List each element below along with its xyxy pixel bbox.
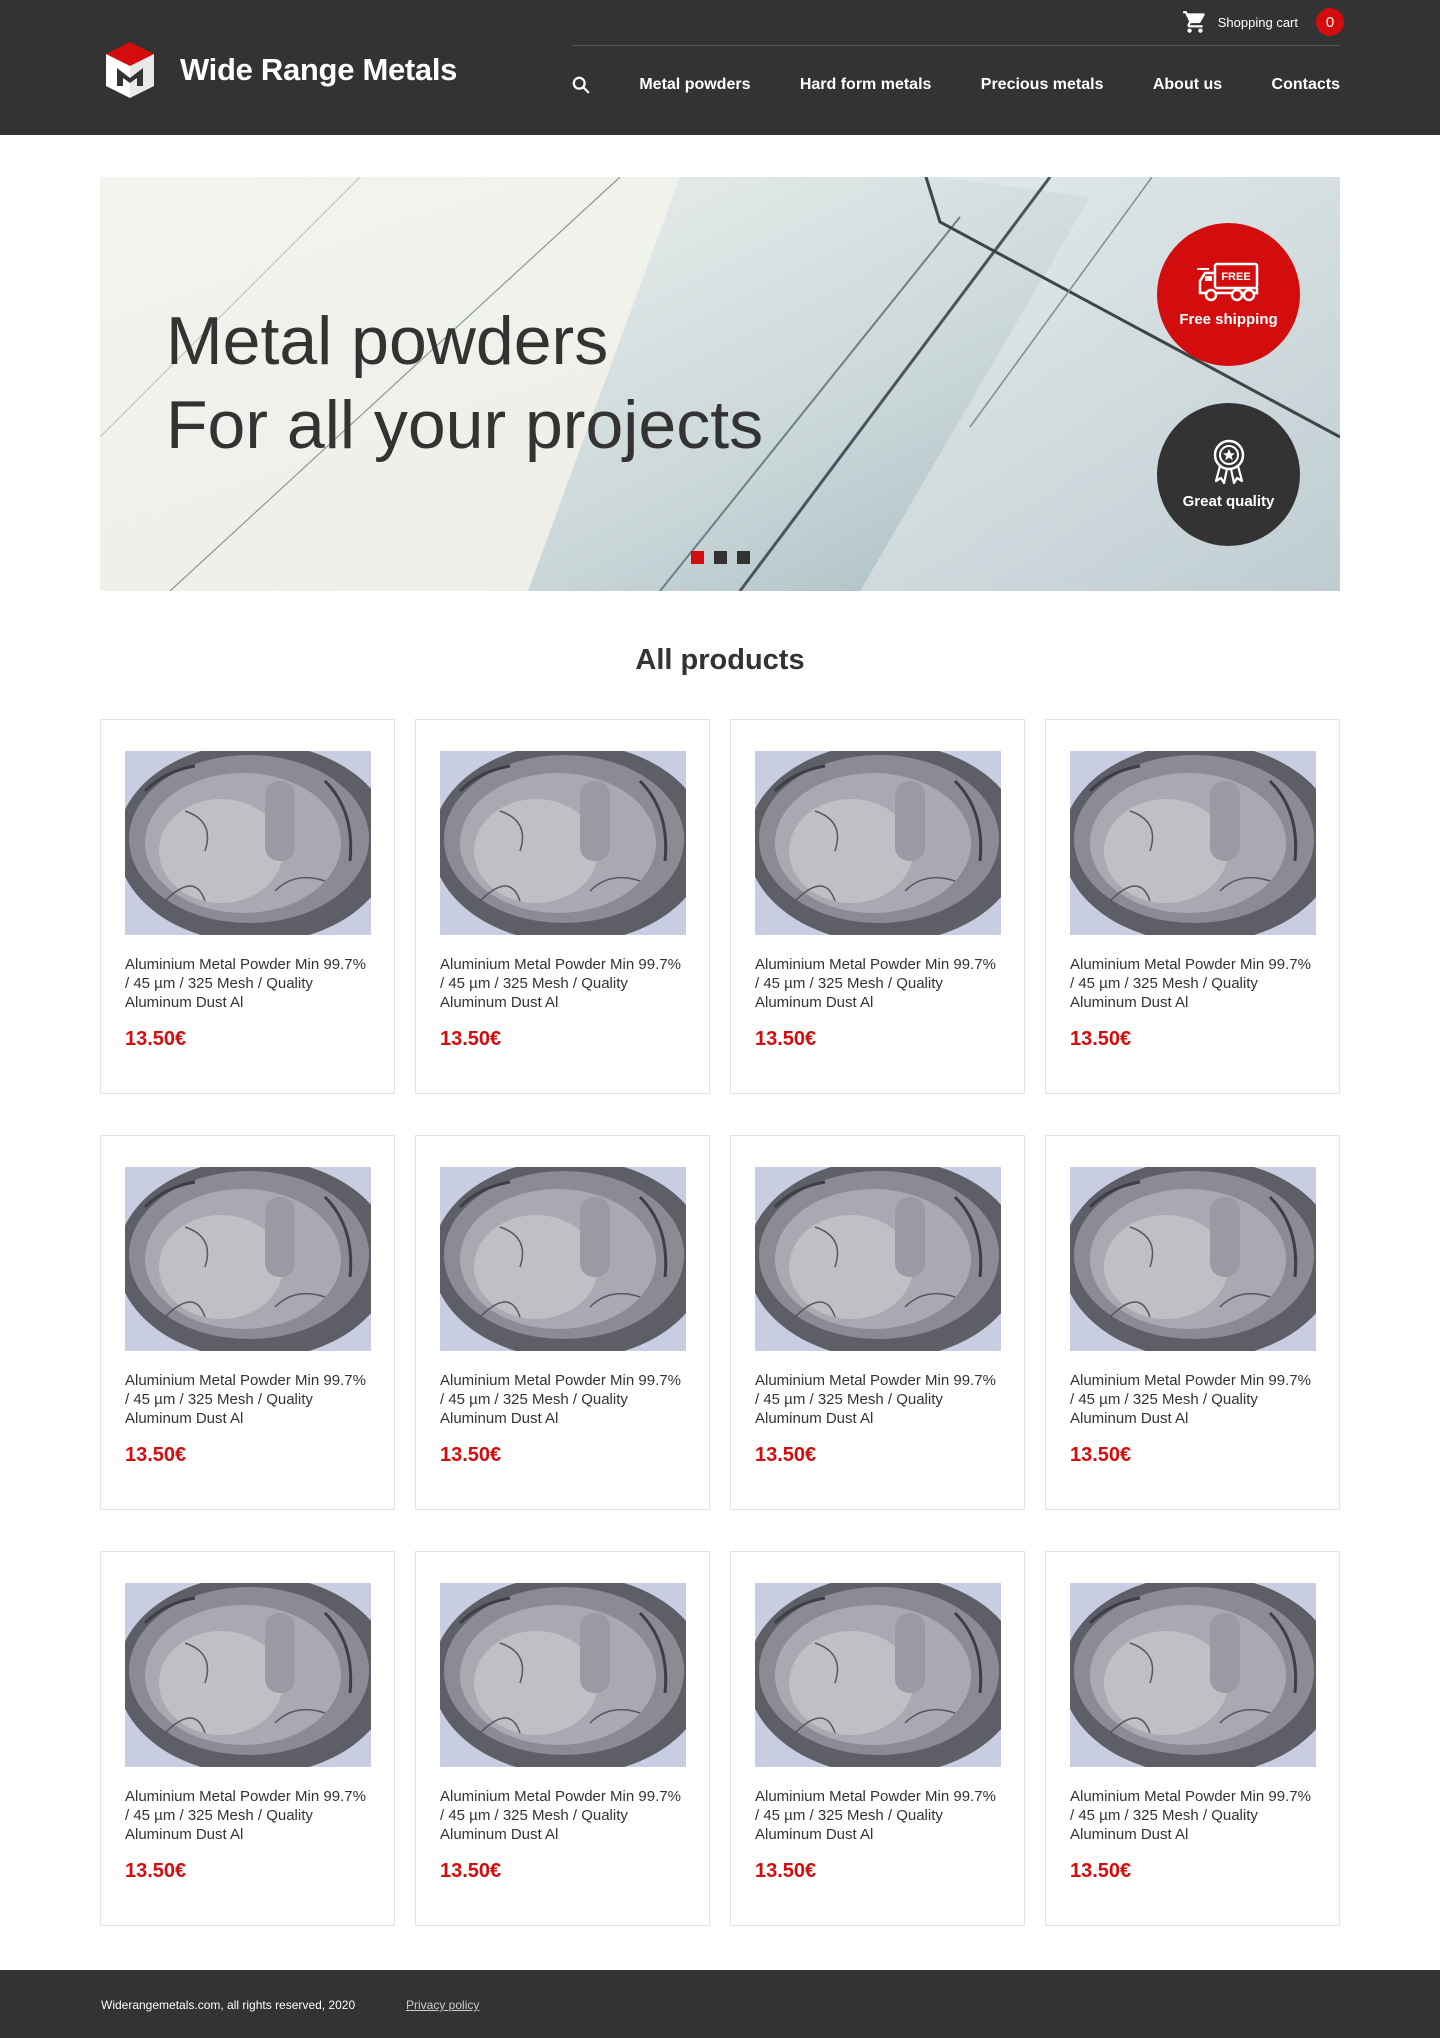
product-price: 13.50€ — [440, 1028, 502, 1050]
product-name: Aluminium Metal Powder Min 99.7% / 45 µm… — [125, 956, 366, 1011]
nav-item-precious-metals[interactable]: Precious metals — [981, 76, 1104, 94]
product-price: 13.50€ — [125, 1444, 187, 1466]
product-name: Aluminium Metal Powder Min 99.7% / 45 µm… — [755, 956, 996, 1011]
brand-name: Wide Range Metals — [180, 52, 458, 87]
free-shipping-label: Free shipping — [1179, 311, 1278, 328]
site-header: Wide Range Metals Shopping cart 0 Metal … — [0, 0, 1440, 135]
product-card[interactable]: Aluminium Metal Powder Min 99.7% / 45 µm… — [730, 1135, 1025, 1510]
product-name: Aluminium Metal Powder Min 99.7% / 45 µm… — [1070, 956, 1311, 1011]
product-card[interactable]: Aluminium Metal Powder Min 99.7% / 45 µm… — [415, 1135, 710, 1510]
hero-title-line-2: For all your projects — [166, 387, 764, 463]
product-image — [755, 751, 1001, 935]
nav-item-contacts[interactable]: Contacts — [1272, 76, 1340, 94]
product-card[interactable]: Aluminium Metal Powder Min 99.7% / 45 µm… — [415, 1551, 710, 1926]
product-image — [1070, 1167, 1316, 1351]
great-quality-label: Great quality — [1182, 493, 1275, 510]
product-image — [1070, 1583, 1316, 1767]
shopping-cart-icon — [1182, 11, 1205, 33]
product-image — [440, 751, 686, 935]
product-price: 13.50€ — [440, 1444, 502, 1466]
copyright-text: Widerangemetals.com, all rights reserved… — [101, 1998, 356, 2012]
cart-label: Shopping cart — [1217, 14, 1298, 30]
product-card[interactable]: Aluminium Metal Powder Min 99.7% / 45 µm… — [1045, 1551, 1340, 1926]
product-card[interactable]: Aluminium Metal Powder Min 99.7% / 45 µm… — [100, 1135, 395, 1510]
product-name: Aluminium Metal Powder Min 99.7% / 45 µm… — [440, 956, 681, 1011]
product-card[interactable]: Aluminium Metal Powder Min 99.7% / 45 µm… — [1045, 1135, 1340, 1510]
hero-title-line-1: Metal powders — [166, 303, 609, 379]
product-price: 13.50€ — [1070, 1860, 1132, 1882]
product-price: 13.50€ — [440, 1860, 502, 1882]
product-price: 13.50€ — [125, 1860, 187, 1882]
nav-item-metal-powders[interactable]: Metal powders — [639, 76, 750, 94]
product-card[interactable]: Aluminium Metal Powder Min 99.7% / 45 µm… — [730, 1551, 1025, 1926]
product-price: 13.50€ — [1070, 1028, 1132, 1050]
slider-dot-3[interactable] — [737, 551, 750, 564]
product-image — [440, 1167, 686, 1351]
product-price: 13.50€ — [755, 1028, 817, 1050]
nav-divider — [572, 45, 1340, 46]
privacy-policy-link[interactable]: Privacy policy — [406, 1998, 479, 2012]
truck-free-label: FREE — [1221, 271, 1250, 283]
product-price: 13.50€ — [125, 1028, 187, 1050]
product-card[interactable]: Aluminium Metal Powder Min 99.7% / 45 µm… — [730, 719, 1025, 1094]
section-title: All products — [635, 644, 805, 676]
product-card[interactable]: Aluminium Metal Powder Min 99.7% / 45 µm… — [100, 1551, 395, 1926]
product-name: Aluminium Metal Powder Min 99.7% / 45 µm… — [755, 1372, 996, 1427]
product-image — [440, 1583, 686, 1767]
product-name: Aluminium Metal Powder Min 99.7% / 45 µm… — [1070, 1788, 1311, 1843]
search-icon[interactable] — [572, 76, 590, 94]
product-image — [125, 751, 371, 935]
site-logo-link[interactable]: Wide Range Metals — [104, 40, 457, 100]
product-image — [125, 1167, 371, 1351]
product-name: Aluminium Metal Powder Min 99.7% / 45 µm… — [125, 1788, 366, 1843]
product-card[interactable]: Aluminium Metal Powder Min 99.7% / 45 µm… — [1045, 719, 1340, 1094]
product-image — [755, 1167, 1001, 1351]
site-footer: Widerangemetals.com, all rights reserved… — [0, 1970, 1440, 2038]
delivery-truck-icon: FREE — [1196, 262, 1258, 302]
great-quality-badge: Great quality — [1157, 403, 1300, 546]
product-image — [755, 1583, 1001, 1767]
product-name: Aluminium Metal Powder Min 99.7% / 45 µm… — [755, 1788, 996, 1843]
cube-m-logo-icon — [106, 42, 154, 98]
hero-title: Metal powders For all your projects — [166, 299, 763, 467]
product-name: Aluminium Metal Powder Min 99.7% / 45 µm… — [440, 1788, 681, 1843]
nav-item-about-us[interactable]: About us — [1153, 76, 1222, 94]
cart-count-badge: 0 — [1316, 8, 1344, 36]
product-card[interactable]: Aluminium Metal Powder Min 99.7% / 45 µm… — [415, 719, 710, 1094]
product-price: 13.50€ — [755, 1860, 817, 1882]
main-nav: Metal powders Hard form metals Precious … — [572, 76, 1340, 94]
product-image — [1070, 751, 1316, 935]
product-card[interactable]: Aluminium Metal Powder Min 99.7% / 45 µm… — [100, 719, 395, 1094]
shopping-cart[interactable]: Shopping cart 0 — [1182, 8, 1344, 36]
product-price: 13.50€ — [755, 1444, 817, 1466]
free-shipping-badge: FREE Free shipping — [1157, 223, 1300, 366]
slider-dot-1[interactable] — [691, 551, 704, 564]
product-name: Aluminium Metal Powder Min 99.7% / 45 µm… — [440, 1372, 681, 1427]
product-image — [125, 1583, 371, 1767]
nav-item-hard-form-metals[interactable]: Hard form metals — [800, 76, 932, 94]
product-name: Aluminium Metal Powder Min 99.7% / 45 µm… — [1070, 1372, 1311, 1427]
product-name: Aluminium Metal Powder Min 99.7% / 45 µm… — [125, 1372, 366, 1427]
slider-dot-2[interactable] — [714, 551, 727, 564]
product-grid: Aluminium Metal Powder Min 99.7% / 45 µm… — [100, 719, 1340, 1926]
slider-dots — [691, 551, 750, 564]
hero-slider: Metal powders For all your projects FREE… — [100, 177, 1340, 591]
product-price: 13.50€ — [1070, 1444, 1132, 1466]
award-ribbon-icon — [1213, 439, 1244, 485]
